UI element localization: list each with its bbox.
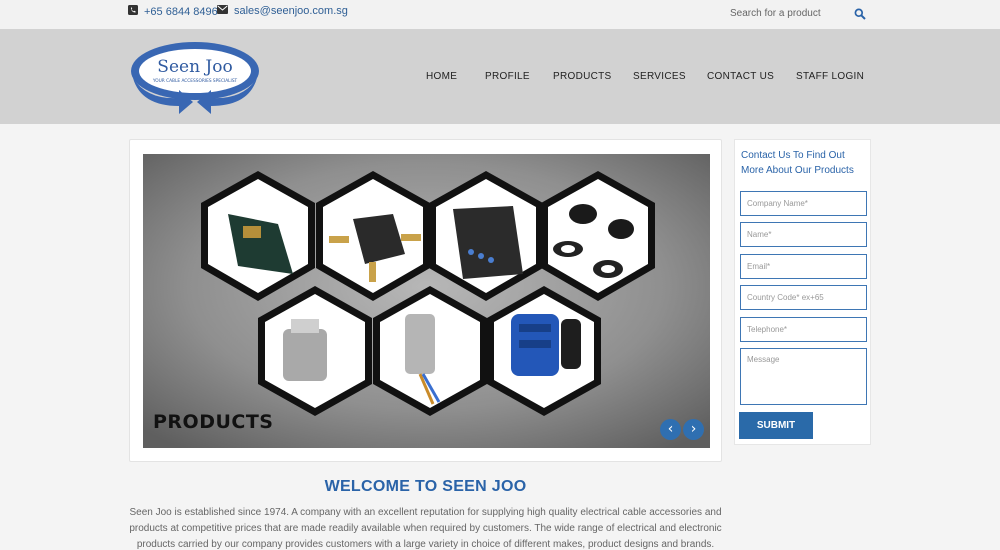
nav-home[interactable]: HOME — [426, 71, 457, 82]
contact-form: Contact Us To Find Out More About Our Pr… — [734, 139, 871, 445]
nav-services[interactable]: SERVICES — [633, 71, 686, 82]
welcome-text: Seen Joo is established since 1974. A co… — [129, 507, 722, 550]
magnifier-icon[interactable] — [854, 7, 868, 21]
email-address: sales@seenjoo.com.sg — [234, 5, 348, 17]
nav-staff-login[interactable]: STAFF LOGIN — [796, 71, 864, 82]
site-header: Seen Joo YOUR CABLE ACCESSORIES SPECIALI… — [0, 29, 1000, 124]
telephone-field[interactable] — [740, 317, 867, 342]
slider-next-button[interactable]: › — [683, 419, 704, 440]
message-field[interactable] — [740, 348, 867, 405]
welcome-title: WELCOME TO SEEN JOO — [324, 478, 527, 495]
country-code-field[interactable] — [740, 285, 867, 310]
phone-contact[interactable]: +65 6844 8496 — [128, 5, 218, 18]
phone-icon — [128, 5, 138, 18]
slider-prev-button[interactable]: ‹ — [660, 419, 681, 440]
slide-products[interactable]: PRODUCTS ‹ › — [143, 154, 710, 448]
submit-button[interactable]: SUBMIT — [739, 412, 813, 439]
company-name-field[interactable] — [740, 191, 867, 216]
search-input[interactable] — [730, 3, 850, 23]
email-field[interactable] — [740, 254, 867, 279]
phone-number: +65 6844 8496 — [144, 5, 218, 18]
nav-contact-us[interactable]: CONTACT US — [707, 71, 774, 82]
envelope-icon — [217, 5, 228, 17]
top-bar: +65 6844 8496 sales@seenjoo.com.sg — [0, 0, 1000, 29]
slide-caption: PRODUCTS — [153, 411, 274, 433]
email-contact[interactable]: sales@seenjoo.com.sg — [217, 5, 348, 17]
form-title: Contact Us To Find Out More About Our Pr… — [741, 150, 854, 176]
products-hexagon-image — [143, 154, 710, 448]
nav-profile[interactable]: PROFILE — [485, 71, 530, 82]
main-nav: HOME PROFILE PRODUCTS SERVICES CONTACT U… — [0, 71, 1000, 85]
nav-products[interactable]: PRODUCTS — [553, 71, 612, 82]
product-slider: PRODUCTS ‹ › — [129, 139, 722, 462]
name-field[interactable] — [740, 222, 867, 247]
